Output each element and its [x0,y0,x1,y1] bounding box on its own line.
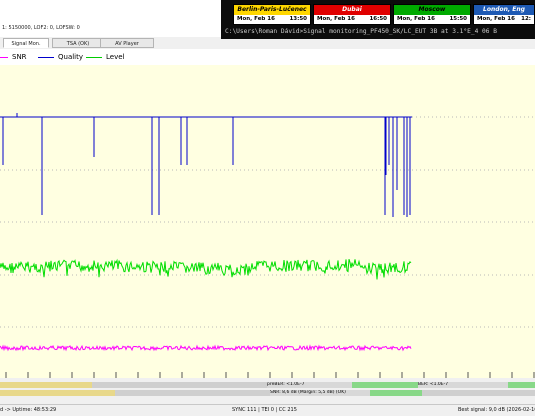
clock-date: Mon, Feb 16 [397,16,435,22]
status-bar-segment [115,390,270,396]
clock-moscow: Moscow Mon, Feb 16 15:50 [393,4,471,25]
bottom-status-line: d -> Uptime: 48:53:29 SYNC 111 | TEI 0 |… [0,404,535,416]
clock-date: Mon, Feb 16 [477,16,515,22]
legend-quality: Quality [38,53,83,61]
clock-london: London, Eng Mon, Feb 16 12: [473,4,535,25]
status-bars: preBER: <1.0E-7 BER: <1.0E-7 SNR: 8,6 dB… [0,380,535,404]
console-command-line: C:\Users\Roman Dávid>Signal monitoring_P… [225,28,497,35]
clock-time: 12: [521,16,531,22]
chart-ticks [5,372,535,378]
clock-berlin: Berlin-Paris-Lučenec Mon, Feb 16 13:50 [233,4,311,25]
clock-dubai: Dubai Mon, Feb 16 16:50 [313,4,391,25]
quality-series [0,113,412,217]
chart-grid [0,116,535,328]
preber-status: preBER: <1.0E-7 [267,382,352,388]
status-bar-segment [0,390,115,396]
legend-level: Level [86,53,124,61]
chart-canvas [0,113,535,378]
clock-time: 15:50 [449,16,467,22]
legend-quality-label: Quality [58,53,84,61]
status-bar-segment [422,390,535,396]
signal-monitor-chart [0,65,535,378]
legend-snr-label: SNR [12,53,27,61]
best-signal-text: Best signal: 9,0 dB (2026-02-16 [458,407,535,413]
world-clocks: Berlin-Paris-Lučenec Mon, Feb 16 13:50 Du… [233,4,535,25]
snr-status: SNR: 8,6 dB (Margin: 5,5 dB) (OK) [270,390,370,396]
chart-legend: SNR Quality Level [0,49,535,65]
legend-level-swatch [86,56,102,58]
level-series-line [0,258,412,280]
status-bar-segment [92,382,267,388]
clock-city: Moscow [394,5,470,15]
uptime-text: d -> Uptime: 48:53:29 [0,407,57,413]
clock-time: 16:50 [369,16,387,22]
clock-city: London, Eng [474,5,534,15]
legend-snr-swatch [0,56,8,58]
console-window: Berlin-Paris-Lučenec Mon, Feb 16 13:50 Du… [221,0,535,39]
ber-status: BER: <1.0E-7 [418,382,508,388]
tab-av-player[interactable]: AV Player [100,38,154,48]
legend-snr: SNR [0,53,27,61]
tab-tsa[interactable]: TSA (OK) [52,38,104,48]
clock-city: Dubai [314,5,390,15]
legend-quality-swatch [38,56,54,58]
status-bar-segment [508,382,535,388]
clock-city: Berlin-Paris-Lučenec [234,5,310,15]
status-bar-segment [370,390,422,396]
lnb-info: 1: 5150000, LOF2: 0, LOFSW: 0 [2,25,80,31]
snr-series-line [0,344,412,352]
clock-time: 13:50 [289,16,307,22]
status-bar-segment [0,382,92,388]
tab-signal-mon[interactable]: Signal Mon. [3,38,49,48]
sync-text: SYNC 111 | TEI 0 | CC 215 [232,407,297,413]
clock-date: Mon, Feb 16 [237,16,275,22]
legend-level-label: Level [106,53,125,61]
clock-date: Mon, Feb 16 [317,16,355,22]
status-bar-segment [352,382,418,388]
